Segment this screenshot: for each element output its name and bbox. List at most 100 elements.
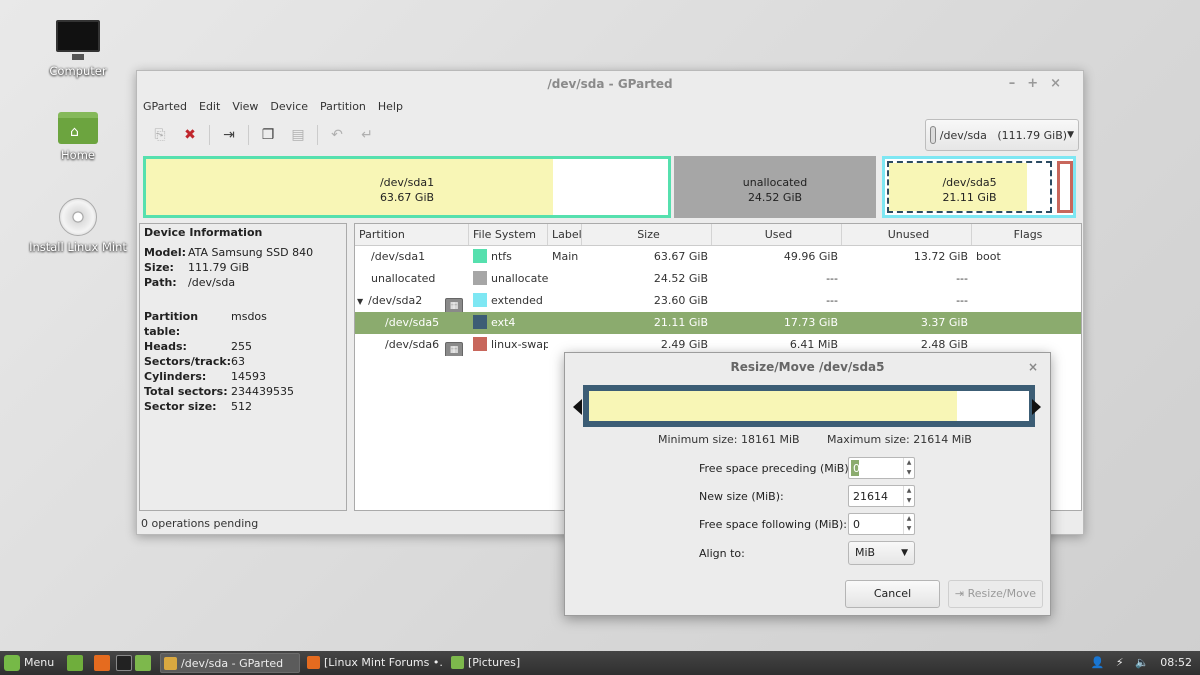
info-label: Total sectors: (144, 385, 228, 398)
partition-unused: 13.72 GiB (913, 250, 968, 263)
menu-gparted[interactable]: GParted (143, 97, 187, 117)
table-row-selected[interactable]: /dev/sda5 ext4 21.11 GiB 17.73 GiB 3.37 … (355, 312, 1081, 334)
close-icon[interactable]: × (1028, 353, 1038, 381)
expander-icon[interactable]: ▼ (357, 297, 363, 306)
menu-device[interactable]: Device (270, 97, 308, 117)
drive-icon (930, 126, 936, 144)
close-icon[interactable]: × (1050, 76, 1073, 91)
filesystem-color-swatch (473, 271, 487, 285)
diskmap-sda5[interactable]: /dev/sda5 21.11 GiB (887, 161, 1052, 213)
desktop-icon-install[interactable]: Install Linux Mint (23, 198, 133, 254)
info-value: msdos (231, 310, 267, 323)
partition-used: 49.96 GiB (783, 250, 838, 263)
new-size-input[interactable] (851, 488, 901, 504)
partition-size: 23.60 GiB (653, 294, 708, 307)
diskmap-extended[interactable]: /dev/sda5 21.11 GiB (882, 156, 1076, 218)
field-label: Free space preceding (MiB): (699, 462, 853, 475)
status-bar: 0 operations pending (141, 517, 259, 530)
new-partition-icon[interactable]: ⎘ (147, 122, 173, 148)
dialog-titlebar[interactable]: Resize/Move /dev/sda5 × (565, 353, 1050, 381)
column-unused[interactable]: Unused (842, 224, 972, 245)
filesystem-name: ext4 (491, 316, 516, 329)
column-filesystem[interactable]: File System (469, 224, 548, 245)
column-used[interactable]: Used (712, 224, 842, 245)
info-value: ATA Samsung SSD 840 (188, 246, 314, 259)
filesystem-name: ntfs (491, 250, 512, 263)
column-flags[interactable]: Flags (972, 224, 1080, 245)
user-icon[interactable]: 👤 (1091, 656, 1105, 669)
window-titlebar[interactable]: /dev/sda - GParted –+× (137, 71, 1083, 97)
menu-help[interactable]: Help (378, 97, 403, 117)
lock-icon: ▦ (445, 342, 463, 356)
task-pictures[interactable]: [Pictures] (448, 653, 588, 673)
diskmap-unallocated[interactable]: unallocated 24.52 GiB (674, 156, 876, 218)
delete-icon[interactable]: ✖ (177, 122, 203, 148)
resize-move-icon[interactable]: ⇥ (216, 122, 242, 148)
partition-label: Main (552, 250, 579, 263)
free-space-following-input[interactable] (851, 516, 901, 532)
table-row[interactable]: unallocated unallocated 24.52 GiB --- --… (355, 268, 1081, 290)
resize-left-handle-icon[interactable] (573, 399, 582, 415)
desktop-icon-computer[interactable]: Computer (23, 20, 133, 78)
resize-bar-partition[interactable] (589, 391, 1029, 421)
device-selector[interactable]: /dev/sda (111.79 GiB) ▼ (925, 119, 1079, 151)
network-icon[interactable]: ⚡ (1116, 656, 1124, 669)
menu-view[interactable]: View (232, 97, 258, 117)
task-firefox[interactable]: [Linux Mint Forums •... (304, 653, 444, 673)
files-icon[interactable] (135, 655, 151, 671)
minimize-icon[interactable]: – (1009, 76, 1028, 91)
spinner-arrows-icon[interactable]: ▲ ▼ (903, 458, 914, 478)
show-desktop-icon[interactable] (67, 655, 83, 671)
new-size-spinner[interactable]: ▲▼ (848, 485, 915, 507)
info-label: Size: (144, 261, 174, 274)
resize-right-handle-icon[interactable] (1032, 399, 1045, 415)
desktop-icon-home[interactable]: ⌂ Home (23, 112, 133, 162)
partition-used: --- (826, 294, 838, 307)
volume-icon[interactable]: 🔈 (1135, 656, 1149, 669)
free-space-preceding-input[interactable] (851, 460, 859, 476)
maximize-icon[interactable]: + (1027, 76, 1050, 91)
task-gparted[interactable]: /dev/sda - GParted (160, 653, 300, 673)
cancel-button[interactable]: Cancel (845, 580, 940, 608)
apply-icon[interactable]: ↵ (354, 122, 380, 148)
lock-icon: ▦ (445, 298, 463, 312)
resize-move-button[interactable]: ⇥ Resize/Move (948, 580, 1043, 608)
terminal-icon[interactable] (116, 655, 132, 671)
clock[interactable]: 08:52 (1160, 656, 1192, 669)
desktop-icon-label: Computer (49, 64, 107, 78)
menubar: GParted Edit View Device Partition Help (137, 97, 1083, 117)
menu-edit[interactable]: Edit (199, 97, 220, 117)
info-value: 63 (231, 355, 245, 368)
paste-icon[interactable]: ▤ (285, 122, 311, 148)
spinner-arrows-icon[interactable]: ▲ ▼ (903, 486, 914, 506)
disk-map: /dev/sda1 63.67 GiB unallocated 24.52 Gi… (141, 153, 1079, 219)
firefox-icon[interactable] (94, 655, 110, 671)
info-value: 255 (231, 340, 252, 353)
menu-partition[interactable]: Partition (320, 97, 366, 117)
chevron-down-icon: ▼ (901, 548, 908, 558)
start-menu-button[interactable]: Menu (4, 654, 54, 672)
undo-icon[interactable]: ↶ (324, 122, 350, 148)
partition-flags (972, 268, 1080, 290)
free-space-preceding-spinner[interactable]: ▲▼ (848, 457, 915, 479)
resize-bar[interactable] (573, 385, 1041, 427)
diskmap-sda1[interactable]: /dev/sda1 63.67 GiB (143, 156, 671, 218)
diskmap-partition-name: /dev/sda1 (379, 176, 435, 189)
field-label: Align to: (699, 547, 745, 560)
toolbar-separator (209, 125, 210, 145)
partition-unused: --- (956, 272, 968, 285)
column-label[interactable]: Label (548, 224, 582, 245)
diskmap-sda6[interactable] (1057, 161, 1073, 213)
align-to-select[interactable]: MiB ▼ (848, 541, 915, 565)
info-value: /dev/sda (188, 276, 236, 289)
dialog-title: Resize/Move /dev/sda5 (730, 360, 885, 374)
table-row[interactable]: /dev/sda1 ntfs Main 63.67 GiB 49.96 GiB … (355, 246, 1081, 268)
table-row[interactable]: ▼ /dev/sda2 ▦ extended 23.60 GiB --- --- (355, 290, 1081, 312)
copy-icon[interactable]: ❐ (255, 122, 281, 148)
column-size[interactable]: Size (582, 224, 712, 245)
maximum-size-text: Maximum size: 21614 MiB (827, 433, 972, 446)
column-partition[interactable]: Partition (355, 224, 469, 245)
spinner-arrows-icon[interactable]: ▲ ▼ (903, 514, 914, 534)
info-label: Sectors/track: (144, 355, 232, 368)
free-space-following-spinner[interactable]: ▲▼ (848, 513, 915, 535)
